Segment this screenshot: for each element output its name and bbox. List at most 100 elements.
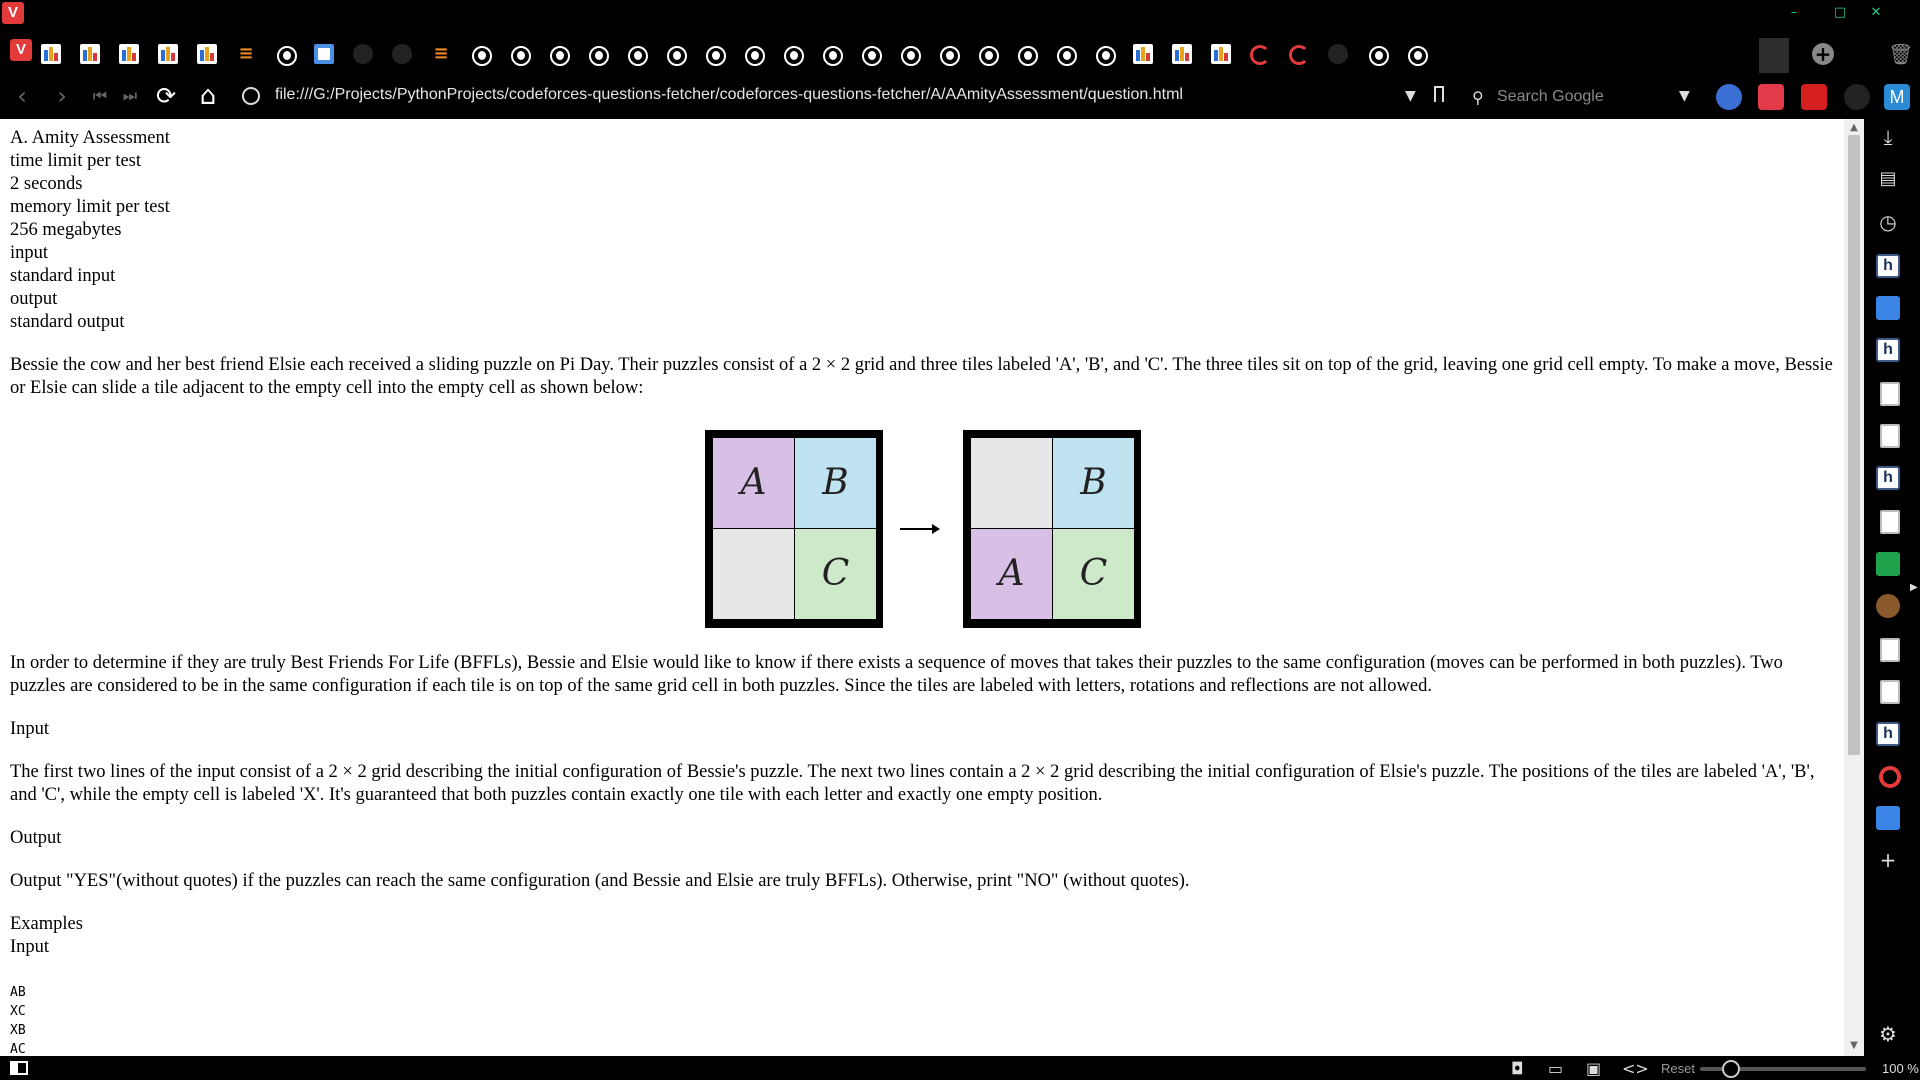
tile-cell: B — [1053, 438, 1134, 528]
web-panel-page-icon[interactable] — [1880, 638, 1900, 662]
web-panel-h-icon[interactable]: h — [1876, 466, 1900, 490]
puzzle-grid-before: A B C — [705, 430, 883, 628]
tab-globe-icon[interactable] — [1096, 46, 1116, 66]
tab-chart-icon[interactable] — [80, 44, 100, 64]
screenshot-icon[interactable]: ◘ — [1511, 1059, 1524, 1078]
new-tab-icon[interactable]: + — [1812, 43, 1834, 65]
tab-globe-icon[interactable] — [823, 46, 843, 66]
web-panel-apps-icon[interactable] — [1876, 806, 1900, 830]
scrollbar-thumb[interactable] — [1848, 135, 1860, 755]
tab-globe-icon[interactable] — [589, 46, 609, 66]
tab-chart-icon[interactable] — [1211, 44, 1231, 64]
tab-globe-icon[interactable] — [472, 46, 492, 66]
web-panel-page-icon[interactable] — [1880, 680, 1900, 704]
devtools-extension-icon[interactable] — [1844, 84, 1870, 110]
web-panel-chat-icon[interactable] — [1876, 296, 1900, 320]
bookmark-icon[interactable] — [1434, 86, 1444, 102]
web-panel-h-icon[interactable]: h — [1876, 254, 1900, 278]
vivaldi-menu-icon[interactable]: V — [10, 39, 32, 61]
minimize-icon[interactable]: – — [1783, 4, 1805, 22]
maximize-icon[interactable]: □ — [1829, 4, 1851, 22]
panel-toggle-icon[interactable] — [10, 1061, 28, 1075]
tab-globe-icon[interactable] — [901, 46, 921, 66]
tab-globe-icon[interactable] — [1018, 46, 1038, 66]
tab-chart-icon[interactable] — [1133, 44, 1153, 64]
extension-eyes-icon[interactable] — [1716, 84, 1742, 110]
web-panel-h-icon[interactable]: h — [1876, 338, 1900, 362]
tab-globe-icon[interactable] — [550, 46, 570, 66]
home-icon[interactable]: ⌂ — [194, 82, 222, 110]
tab-chart-icon[interactable] — [41, 44, 61, 64]
notes-icon[interactable]: ▤ — [1876, 168, 1900, 189]
web-panel-page-icon[interactable] — [1880, 382, 1900, 406]
web-panel-h-icon[interactable]: h — [1876, 722, 1900, 746]
tab-gh-icon[interactable] — [353, 44, 373, 64]
page-actions-icon[interactable]: <> — [1622, 1059, 1649, 1078]
web-panel-sync-icon[interactable] — [1879, 766, 1901, 788]
tab-globe-icon[interactable] — [706, 46, 726, 66]
rewind-icon[interactable]: ⏮ — [86, 82, 114, 110]
tab-chart-icon[interactable] — [119, 44, 139, 64]
forward-icon[interactable]: › — [48, 82, 76, 110]
tab-globe-icon[interactable] — [862, 46, 882, 66]
close-window-icon[interactable]: ✕ — [1865, 4, 1887, 22]
back-icon[interactable]: ‹ — [8, 82, 36, 110]
extension-m-icon[interactable]: M — [1884, 84, 1910, 110]
tab-globe-icon[interactable] — [1369, 46, 1389, 66]
tab-doc-icon[interactable] — [314, 44, 334, 64]
zoom-slider-handle[interactable] — [1722, 1060, 1740, 1078]
downloads-icon[interactable]: ⤓ — [1876, 125, 1900, 149]
search-engine-dropdown-icon[interactable]: ▼ — [1679, 88, 1690, 104]
url-field[interactable]: file:///G:/Projects/PythonProjects/codef… — [275, 86, 1183, 104]
history-icon[interactable]: ◷ — [1876, 210, 1900, 234]
web-panel-hat-icon[interactable] — [1876, 594, 1900, 618]
trash-icon[interactable]: 🗑 — [1888, 44, 1913, 64]
tab-sync-icon[interactable] — [1289, 45, 1309, 65]
site-info-icon[interactable] — [242, 87, 260, 105]
tab-globe-icon[interactable] — [1408, 46, 1428, 66]
examples-heading: Examples — [10, 914, 83, 934]
problem-meta-line: memory limit per test — [10, 197, 170, 217]
tab-globe-icon[interactable] — [667, 46, 687, 66]
problem-meta-line: standard output — [10, 312, 125, 332]
web-panel-page-icon[interactable] — [1880, 510, 1900, 534]
panel-expand-icon[interactable]: ▶ — [1910, 582, 1918, 593]
extension-dots-icon[interactable] — [1801, 84, 1827, 110]
problem-meta-line: time limit per test — [10, 151, 142, 171]
tab-chart-icon[interactable] — [158, 44, 178, 64]
problem-meta-line: output — [10, 289, 58, 309]
web-panel-page-icon[interactable] — [1880, 424, 1900, 448]
tab-gh-icon[interactable] — [392, 44, 412, 64]
tab-globe-icon[interactable] — [511, 46, 531, 66]
vivaldi-logo-icon[interactable]: V — [2, 2, 24, 24]
tab-so-icon[interactable]: ≡ — [431, 44, 451, 64]
tab-globe-icon[interactable] — [784, 46, 804, 66]
images-toggle-icon[interactable]: ▣ — [1586, 1059, 1601, 1078]
scroll-down-icon[interactable]: ▼ — [1848, 1040, 1860, 1051]
example-input: AB XC XB AC — [10, 985, 26, 1056]
add-web-panel-icon[interactable]: + — [1876, 848, 1900, 872]
tab-globe-icon[interactable] — [979, 46, 999, 66]
puzzle-grid-after: B A C — [963, 430, 1141, 628]
scroll-up-icon[interactable]: ▲ — [1848, 122, 1860, 133]
pocket-icon[interactable] — [1758, 84, 1784, 110]
url-dropdown-icon[interactable]: ▼ — [1405, 88, 1416, 104]
page-tiling-icon[interactable]: ▭ — [1548, 1059, 1563, 1078]
reload-icon[interactable]: ⟳ — [152, 82, 180, 110]
tab-globe-icon[interactable] — [1057, 46, 1077, 66]
problem-meta-line: standard input — [10, 266, 116, 286]
tab-globe-icon[interactable] — [940, 46, 960, 66]
settings-gear-icon[interactable]: ⚙ — [1876, 1022, 1900, 1046]
tile-cell: C — [795, 529, 876, 619]
tab-chart-icon[interactable] — [1172, 44, 1192, 64]
tab-sync-icon[interactable] — [1250, 45, 1270, 65]
web-panel-sheets-icon[interactable] — [1876, 552, 1900, 576]
fast-forward-icon[interactable]: ⏭ — [116, 82, 144, 110]
tab-globe-icon[interactable] — [277, 46, 297, 66]
tab-so-icon[interactable]: ≡ — [236, 44, 256, 64]
zoom-reset-button[interactable]: Reset — [1661, 1061, 1695, 1076]
tab-globe-icon[interactable] — [745, 46, 765, 66]
tab-chart-icon[interactable] — [197, 44, 217, 64]
tab-globe-icon[interactable] — [628, 46, 648, 66]
tab-gh-icon[interactable] — [1328, 44, 1348, 64]
